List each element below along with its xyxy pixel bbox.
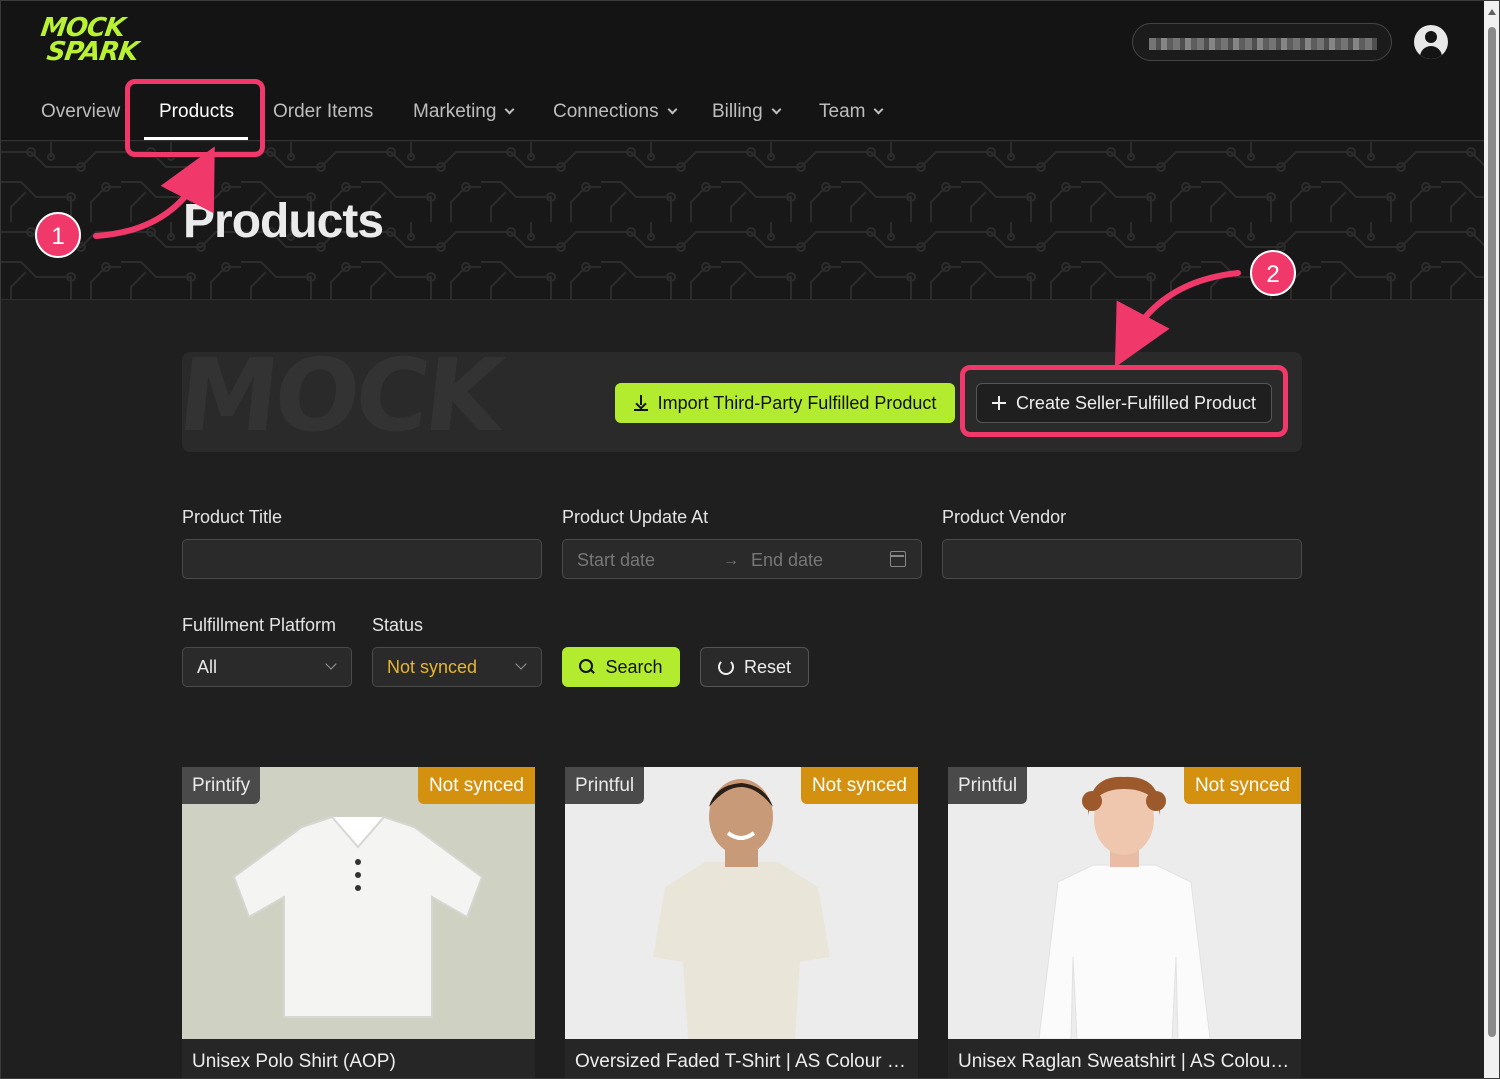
product-vendor-input[interactable] [942,539,1302,579]
banner-watermark-logo: MOCKSPARK [182,352,523,452]
fulfillment-platform-value: All [197,657,218,677]
vertical-scrollbar[interactable] [1484,1,1499,1078]
arrow-right-icon: → [723,552,739,569]
fulfillment-platform-select[interactable]: All [182,647,352,687]
product-image-sweatshirt-model[interactable] [948,767,1301,1039]
scrollbar-thumb[interactable] [1488,27,1496,1037]
nav-connections[interactable]: Connections [553,91,678,135]
annotation-highlight-create-button [960,365,1288,437]
product-image-polo-shirt[interactable] [182,767,535,1039]
import-button-label: Import Third-Party Fulfilled Product [657,392,937,413]
search-button-label: Search [605,656,663,677]
product-vendor-label: Product Vendor [942,507,1067,527]
product-title[interactable]: Unisex Polo Shirt (AOP) [192,1051,527,1073]
calendar-icon [890,551,906,567]
nav-order-items[interactable]: Order Items [273,91,373,135]
start-date-input[interactable]: Start date [577,550,655,571]
status-value: Not synced [387,657,478,677]
fulfillment-platform-label: Fulfillment Platform [182,615,337,635]
product-update-at-label: Product Update At [562,507,709,527]
reset-button-label: Reset [743,656,792,677]
annotation-step-2: 2 [1250,250,1296,296]
nav-overview[interactable]: Overview [41,91,120,135]
chevron-down-icon [504,104,515,115]
status-select[interactable]: Not synced [372,647,542,687]
product-title-label: Product Title [182,507,283,527]
import-third-party-product-button[interactable]: Import Third-Party Fulfilled Product [615,383,955,423]
user-circle-icon[interactable] [1414,25,1448,59]
product-card[interactable]: Printify Not synced Unisex Polo Shirt (A… [182,767,535,1078]
status-label: Status [372,615,424,635]
chevron-down-icon [771,104,782,115]
account-pill[interactable] [1132,23,1392,61]
product-card[interactable]: Printful Not synced Oversized Faded T-Sh… [565,767,918,1078]
chevron-down-icon [874,104,884,115]
annotation-highlight-products-tab [125,79,265,157]
platform-badge: Printful [948,767,1028,804]
nav-marketing[interactable]: Marketing [413,91,515,135]
chevron-down-icon [667,104,678,115]
product-card[interactable]: Printful Not synced Unisex Raglan Sweats… [948,767,1301,1078]
platform-badge: Printful [565,767,645,804]
download-icon [633,395,648,411]
status-badge: Not synced [1183,767,1301,804]
annotation-step-1: 1 [35,212,81,258]
date-range-picker[interactable]: Start date → End date [562,539,922,579]
search-button[interactable]: Search [562,647,680,687]
nav-billing[interactable]: Billing [712,91,782,135]
redacted-text [1149,38,1377,50]
status-badge: Not synced [417,767,535,804]
platform-badge: Printify [182,767,261,804]
search-icon [579,659,595,675]
product-image-tshirt-model[interactable] [565,767,918,1039]
end-date-input[interactable]: End date [751,550,823,571]
page-title: Products [183,195,384,248]
product-title[interactable]: Oversized Faded T-Shirt | AS Colour 5... [575,1051,910,1073]
nav-team[interactable]: Team [819,91,884,135]
product-title[interactable]: Unisex Raglan Sweatshirt | AS Colour ... [958,1051,1293,1073]
app-window: MOCK SPARK Overview Products Order Items… [0,0,1500,1079]
chevron-down-icon [325,658,337,670]
reload-icon [717,659,734,675]
logo-line2: SPARK [44,37,140,67]
chevron-down-icon [515,658,527,670]
scroll-up-arrow-icon[interactable] [1488,9,1496,15]
product-title-input[interactable] [182,539,542,579]
status-badge: Not synced [800,767,918,804]
mockspark-logo[interactable]: MOCK SPARK [39,11,151,71]
reset-button[interactable]: Reset [700,647,809,687]
